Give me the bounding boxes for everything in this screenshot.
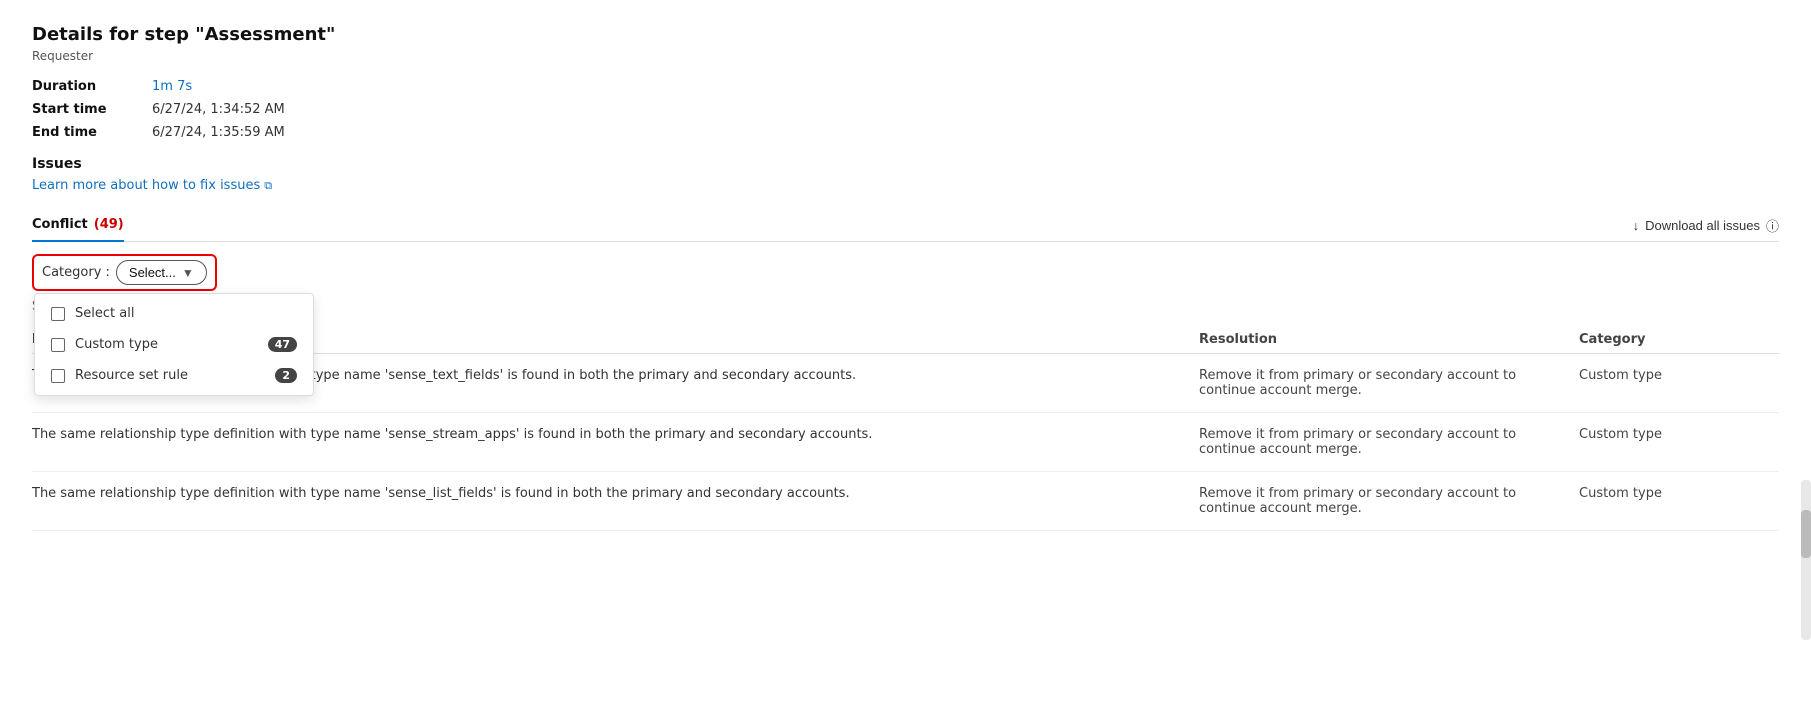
issue-resolution: Remove it from primary or secondary acco… — [1199, 427, 1579, 457]
end-label: End time — [32, 125, 152, 140]
download-btn-label: Download all issues — [1645, 218, 1760, 233]
resource-set-rule-checkbox[interactable] — [51, 369, 65, 383]
start-label: Start time — [32, 102, 152, 117]
table-row: The same relationship type definition wi… — [32, 472, 1779, 531]
scrollbar-track[interactable] — [1801, 480, 1811, 640]
page-title: Details for step "Assessment" — [32, 24, 1779, 45]
issue-resolution: Remove it from primary or secondary acco… — [1199, 368, 1579, 398]
external-link-icon: ⧉ — [264, 179, 272, 193]
meta-table: Duration 1m 7s Start time 6/27/24, 1:34:… — [32, 79, 1779, 140]
scrollbar-thumb[interactable] — [1801, 510, 1811, 558]
custom-type-badge: 47 — [268, 337, 297, 352]
resource-set-rule-badge: 2 — [275, 368, 297, 383]
learn-link-text: Learn more about how to fix issues — [32, 178, 260, 193]
custom-type-checkbox[interactable] — [51, 338, 65, 352]
end-value: 6/27/24, 1:35:59 AM — [152, 125, 352, 140]
col-header-resolution: Resolution — [1199, 332, 1579, 347]
tabs-row: Conflict (49) ↓ Download all issues ⓘ — [32, 209, 1779, 242]
issue-message: The same relationship type definition wi… — [32, 427, 1199, 442]
select-all-checkbox[interactable] — [51, 307, 65, 321]
category-dropdown-menu: Select all Custom type 47 Resource set r… — [34, 293, 314, 396]
start-value: 6/27/24, 1:34:52 AM — [152, 102, 352, 117]
filter-container: Category : Select... ▼ Select all Custom… — [32, 254, 217, 291]
filter-row: Category : Select... ▼ Select all Custom… — [32, 254, 1779, 291]
download-icon: ↓ — [1633, 218, 1640, 233]
chevron-down-icon: ▼ — [182, 266, 194, 280]
conflict-tab-count: (49) — [94, 217, 124, 232]
duration-label: Duration — [32, 79, 152, 94]
conflict-tab[interactable]: Conflict (49) — [32, 209, 124, 242]
page-subtitle: Requester — [32, 49, 1779, 63]
dropdown-item-custom-type[interactable]: Custom type 47 — [35, 329, 313, 360]
table-row: The same relationship type definition wi… — [32, 413, 1779, 472]
resource-set-rule-label: Resource set rule — [75, 368, 188, 383]
select-placeholder: Select... — [129, 265, 176, 280]
issue-message: The same relationship type definition wi… — [32, 486, 1199, 501]
col-header-category: Category — [1579, 332, 1779, 347]
dropdown-item-select-all[interactable]: Select all — [35, 298, 313, 329]
issue-resolution: Remove it from primary or secondary acco… — [1199, 486, 1579, 516]
category-select-button[interactable]: Select... ▼ — [116, 260, 207, 285]
issue-category: Custom type — [1579, 368, 1779, 383]
issue-category: Custom type — [1579, 427, 1779, 442]
issues-section-title: Issues — [32, 156, 1779, 172]
custom-type-label: Custom type — [75, 337, 158, 352]
conflict-tab-label: Conflict — [32, 217, 88, 232]
download-all-issues-button[interactable]: ↓ Download all issues ⓘ — [1633, 216, 1779, 235]
page-container: Details for step "Assessment" Requester … — [0, 0, 1811, 716]
duration-value: 1m 7s — [152, 79, 352, 94]
issue-category: Custom type — [1579, 486, 1779, 501]
learn-link[interactable]: Learn more about how to fix issues ⧉ — [32, 178, 272, 193]
dropdown-item-resource-set-rule[interactable]: Resource set rule 2 — [35, 360, 313, 391]
info-icon: ⓘ — [1766, 216, 1779, 235]
category-filter-label: Category : — [42, 265, 110, 280]
select-all-label: Select all — [75, 306, 134, 321]
